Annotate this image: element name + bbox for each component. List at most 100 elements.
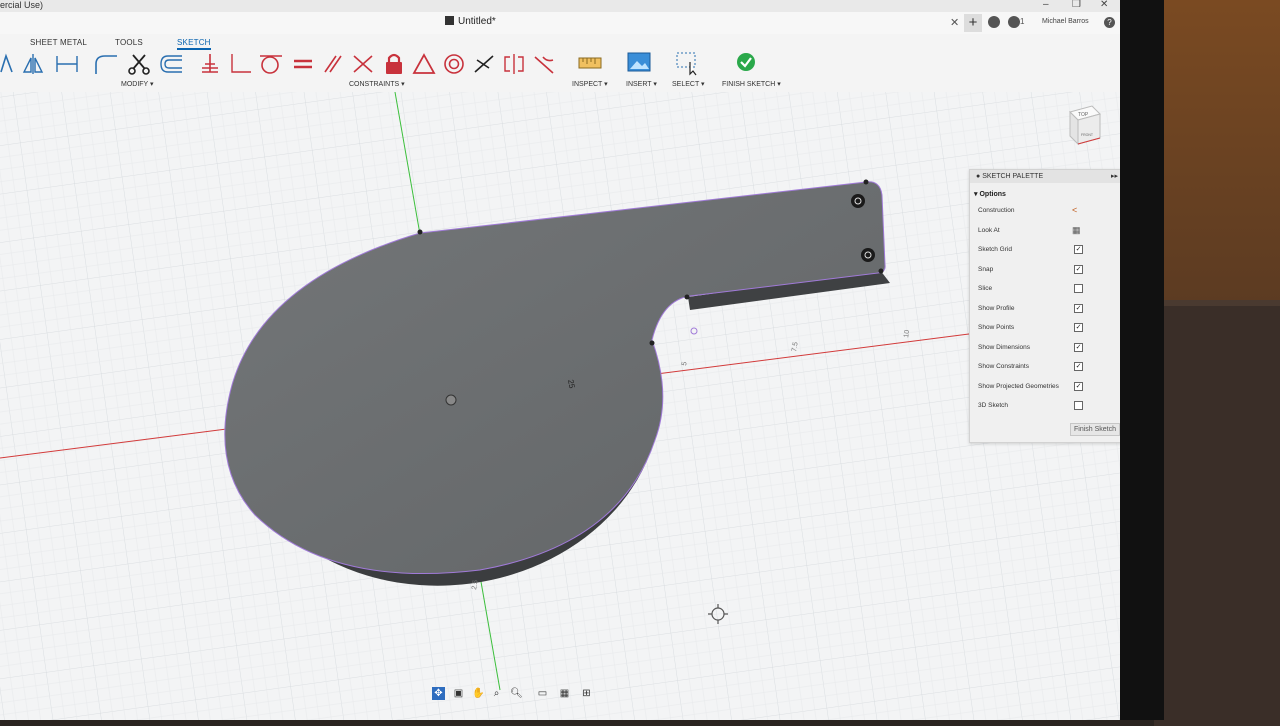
palette-row-label: Snap: [978, 265, 994, 273]
sketch-point[interactable]: [684, 294, 690, 300]
window-title: ercial Use): [0, 0, 44, 10]
tab-sketch[interactable]: SKETCH: [177, 38, 211, 50]
view-cube[interactable]: TOP FRONT: [1066, 104, 1102, 146]
measure-ruler-icon[interactable]: [575, 50, 605, 76]
sketch-grid-checkbox[interactable]: ✓: [1074, 245, 1083, 254]
tangent-icon[interactable]: [531, 52, 557, 76]
viewports-icon[interactable]: ⊞: [580, 687, 593, 700]
show-constraints-checkbox[interactable]: ✓: [1074, 362, 1083, 371]
insert-image-icon[interactable]: [624, 50, 654, 76]
sketch-point[interactable]: [649, 340, 655, 346]
minimize-icon[interactable]: –: [1043, 0, 1049, 10]
palette-row-show-points[interactable]: Show Points ✓: [970, 319, 1120, 339]
palette-expand-icon[interactable]: ▸▸: [1111, 170, 1118, 183]
navigation-bar: ✥ ▣ ✋ ⌕ 🔍︎ ▭ ▦ ⊞: [428, 684, 598, 704]
palette-row-label: Sketch Grid: [978, 246, 1012, 253]
slice-checkbox[interactable]: [1074, 284, 1083, 293]
look-at-icon[interactable]: ▣: [452, 687, 465, 700]
finish-sketch-button[interactable]: Finish Sketch: [1070, 423, 1120, 436]
hole-lower[interactable]: [861, 248, 875, 262]
pan-icon[interactable]: ✋: [472, 687, 485, 700]
canvas-viewport[interactable]: 25 5 7.5 10 2.5: [0, 92, 1120, 720]
select-group-label[interactable]: SELECT ▾: [672, 80, 705, 88]
grid-settings-icon[interactable]: ▦: [558, 687, 571, 700]
notification-count: 1: [1020, 17, 1025, 26]
viewcube-front-label[interactable]: FRONT: [1081, 133, 1094, 137]
new-tab-plus-icon[interactable]: +: [964, 14, 982, 32]
zoom-icon[interactable]: 🔍︎: [510, 687, 523, 700]
midpoint-triangle-icon[interactable]: [411, 52, 437, 76]
fillet-icon[interactable]: [93, 52, 119, 76]
tab-tools[interactable]: TOOLS: [115, 38, 143, 47]
offset-icon[interactable]: [158, 52, 184, 76]
hole-upper[interactable]: [851, 194, 865, 208]
document-title: Untitled*: [458, 16, 496, 27]
constraints-group-label[interactable]: CONSTRAINTS ▾: [349, 80, 405, 88]
sketch-point[interactable]: [863, 179, 869, 185]
select-window-icon[interactable]: [673, 50, 703, 76]
inspect-group-label[interactable]: INSPECT ▾: [572, 80, 608, 88]
ribbon-toolbar: SHEET METAL TOOLS SKETCH MODIFY ▾ CONSTR…: [0, 34, 1120, 93]
show-projected-geometries-checkbox[interactable]: ✓: [1074, 381, 1083, 391]
equal-icon[interactable]: [290, 52, 316, 76]
origin-point-icon[interactable]: [445, 394, 457, 406]
job-status-icon[interactable]: [988, 16, 1000, 28]
sketch-point[interactable]: [878, 268, 884, 274]
document-tab-bar: Untitled* ✕ + 1 Michael Barros ?: [0, 12, 1120, 35]
modify-group-label[interactable]: MODIFY ▾: [121, 80, 154, 88]
palette-row-show-dimensions[interactable]: Show Dimensions ✓: [970, 339, 1120, 359]
tangent-circle-icon[interactable]: [258, 52, 284, 76]
horizontal-vertical-icon[interactable]: [198, 52, 224, 76]
coincident-icon[interactable]: [227, 52, 253, 76]
user-name[interactable]: Michael Barros: [1042, 18, 1089, 25]
zoom-window-icon[interactable]: ⌕: [490, 687, 503, 700]
trim-scissors-icon[interactable]: [127, 52, 153, 76]
fix-lock-icon[interactable]: [381, 52, 407, 76]
construction-toggle-icon[interactable]: <: [1072, 205, 1077, 215]
document-cube-icon: [445, 16, 454, 25]
document-tab[interactable]: Untitled*: [445, 16, 496, 27]
snap-checkbox[interactable]: ✓: [1074, 264, 1083, 274]
maximize-icon[interactable]: ❐: [1072, 0, 1081, 10]
show-points-checkbox[interactable]: ✓: [1074, 323, 1083, 332]
parallel-icon[interactable]: [320, 52, 346, 76]
collinear-icon[interactable]: [471, 52, 497, 76]
look-at-icon[interactable]: ▦: [1072, 225, 1081, 236]
title-bar: ercial Use) – ❐ ✕: [0, 0, 1120, 12]
finish-sketch-group-label[interactable]: FINISH SKETCH ▾: [722, 80, 781, 88]
palette-row-look-at[interactable]: Look At ▦: [970, 222, 1120, 242]
show-dimensions-checkbox[interactable]: ✓: [1074, 342, 1083, 352]
show-profile-checkbox[interactable]: ✓: [1074, 303, 1083, 313]
finish-sketch-check-icon[interactable]: [732, 50, 762, 76]
axis-label: 10: [903, 329, 911, 338]
palette-row-show-profile[interactable]: Show Profile ✓: [970, 300, 1120, 320]
fusion-app-window: ercial Use) – ❐ ✕ Untitled* ✕ + 1 Michae…: [0, 0, 1120, 720]
display-settings-icon[interactable]: ▭: [536, 687, 549, 700]
palette-row-construction[interactable]: Construction <: [970, 202, 1120, 222]
palette-row-show-constraints[interactable]: Show Constraints ✓: [970, 358, 1120, 378]
perpendicular-icon[interactable]: [350, 52, 376, 76]
tab-sheet-metal[interactable]: SHEET METAL: [30, 38, 87, 47]
help-icon[interactable]: ?: [1104, 17, 1115, 28]
sketch-palette-header[interactable]: ● SKETCH PALETTE ▸▸: [970, 170, 1120, 183]
palette-row-show-projected-geometries[interactable]: Show Projected Geometries ✓: [970, 378, 1120, 398]
options-section-label: Options: [979, 191, 1006, 198]
options-section-header[interactable]: ▾ Options: [970, 183, 1120, 202]
mirror-icon[interactable]: [20, 52, 46, 76]
palette-row-sketch-grid[interactable]: Sketch Grid ✓: [970, 241, 1120, 261]
close-window-icon[interactable]: ✕: [1100, 0, 1108, 10]
insert-group-label[interactable]: INSERT ▾: [626, 80, 657, 88]
palette-row-3d-sketch[interactable]: 3D Sketch: [970, 397, 1120, 417]
symmetry-icon[interactable]: [501, 52, 527, 76]
close-tab-icon[interactable]: ✕: [950, 16, 959, 29]
viewcube-top-label[interactable]: TOP: [1078, 112, 1089, 118]
concentric-icon[interactable]: [441, 52, 467, 76]
3d-sketch-checkbox[interactable]: [1074, 401, 1083, 410]
palette-row-snap[interactable]: Snap ✓: [970, 261, 1120, 281]
sketch-dimension-icon[interactable]: [54, 52, 80, 76]
palette-row-slice[interactable]: Slice: [970, 280, 1120, 300]
orbit-icon[interactable]: ✥: [432, 687, 445, 700]
sketch-point[interactable]: [417, 229, 423, 235]
notification-clock-icon[interactable]: [1008, 16, 1020, 28]
sketch-palette-title: SKETCH PALETTE: [982, 173, 1044, 180]
